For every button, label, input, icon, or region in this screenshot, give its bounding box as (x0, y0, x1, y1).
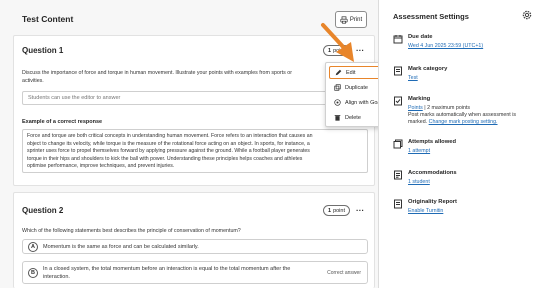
correct-answer-label: Correct answer (327, 269, 361, 276)
max-points-text: | 2 maximum points (424, 105, 471, 111)
answer-editor[interactable]: Students can use the editor to answer (22, 91, 368, 105)
attempts-icon (393, 139, 403, 149)
assessment-settings-panel: Assessment Settings Due date Wed 4 Jun 2… (378, 0, 553, 288)
originality-report-label: Originality Report (408, 199, 457, 205)
change-mark-posting-link[interactable]: Change mark posting setting. (429, 119, 498, 125)
accommodations-icon (394, 170, 402, 180)
choice-text-line: interaction. (43, 274, 70, 280)
trash-icon (333, 114, 341, 122)
settings-title: Assessment Settings (393, 12, 469, 21)
due-date-link[interactable]: Wed 4 Jun 2025 23:59 (UTC+1) (408, 43, 483, 49)
answer-choice-b: B In a closed system, the total momentum… (22, 261, 368, 284)
points-unit: point (333, 207, 345, 214)
example-line: object to change its velocity, while tor… (27, 140, 310, 147)
setting-marking: Marking Points | 2 maximum points Post m… (393, 96, 548, 132)
attempts-label: Attempts allowed (408, 139, 456, 145)
example-line: optimise performance, improve techniques… (27, 163, 175, 170)
marking-icon (394, 96, 402, 106)
setting-attempts: Attempts allowed 1 attempt (393, 139, 548, 159)
example-line: Force and torque are both critical conce… (27, 133, 313, 139)
mark-category-link[interactable]: Test (408, 75, 418, 81)
align-icon (333, 99, 341, 107)
example-line: torque in their hips and shoulders to ki… (27, 155, 303, 162)
example-label: Example of a correct response (22, 119, 103, 125)
question-2-more-button[interactable]: ... (356, 204, 364, 213)
marking-label: Marking (408, 96, 431, 102)
marking-desc-line1: Post marks automatically when assessment… (408, 112, 517, 118)
menu-item-label: Duplicate (345, 84, 368, 91)
category-icon (394, 66, 402, 76)
choice-text: Momentum is the same as force and can be… (43, 244, 199, 250)
question-2-card: Question 2 1 point ... Which of the foll… (13, 192, 375, 288)
marking-desc-text: marked. (408, 119, 428, 125)
enable-turnitin-link[interactable]: Enable Turnitin (408, 208, 443, 214)
gear-icon[interactable] (521, 9, 533, 21)
mark-category-label: Mark category (408, 66, 448, 72)
duplicate-icon (333, 84, 341, 92)
prompt-line: activities. (22, 78, 44, 84)
menu-item-label: Align with Goal (345, 99, 382, 106)
due-date-label: Due date (408, 34, 433, 40)
accommodations-link[interactable]: 1 student (408, 179, 430, 185)
marking-value: Points | 2 maximum points (408, 105, 543, 112)
question-2-prompt: Which of the following statements best d… (22, 228, 241, 234)
page-title: Test Content (22, 14, 74, 24)
question-1-title: Question 1 (22, 46, 64, 55)
question-1-prompt: Discuss the importance of force and torq… (22, 69, 292, 85)
content-area: Test Content Print Question 1 1 point ..… (0, 0, 392, 288)
choice-letter: B (28, 267, 38, 278)
question-2-title: Question 2 (22, 206, 64, 215)
question-2-points[interactable]: 1 point (323, 205, 350, 216)
setting-mark-category: Mark category Test (393, 66, 548, 86)
accommodations-label: Accommodations (408, 170, 457, 176)
menu-item-label: Delete (345, 114, 361, 121)
points-value: 1 (328, 207, 332, 214)
prompt-line: Discuss the importance of force and torq… (22, 70, 292, 76)
menu-item-label: Edit (346, 69, 356, 76)
example-response: Force and torque are both critical conce… (22, 129, 368, 173)
points-link[interactable]: Points (408, 105, 423, 111)
setting-accommodations: Accommodations 1 student (393, 170, 548, 190)
choice-text: In a closed system, the total momentum b… (43, 265, 290, 281)
calendar-icon (393, 35, 403, 44)
pencil-icon (334, 69, 342, 77)
originality-report-icon (394, 199, 402, 209)
choice-letter: A (28, 241, 38, 252)
marking-desc-line2: marked. Change mark posting setting. (408, 119, 543, 126)
choice-text-line: In a closed system, the total momentum b… (43, 266, 291, 272)
example-line: sprinter uses force to propel themselves… (27, 148, 310, 155)
attempts-link[interactable]: 1 attempt (408, 148, 430, 154)
answer-choice-a: A Momentum is the same as force and can … (22, 239, 368, 254)
setting-due-date: Due date Wed 4 Jun 2025 23:59 (UTC+1) (393, 34, 548, 54)
setting-originality-report: Originality Report Enable Turnitin (393, 199, 548, 219)
